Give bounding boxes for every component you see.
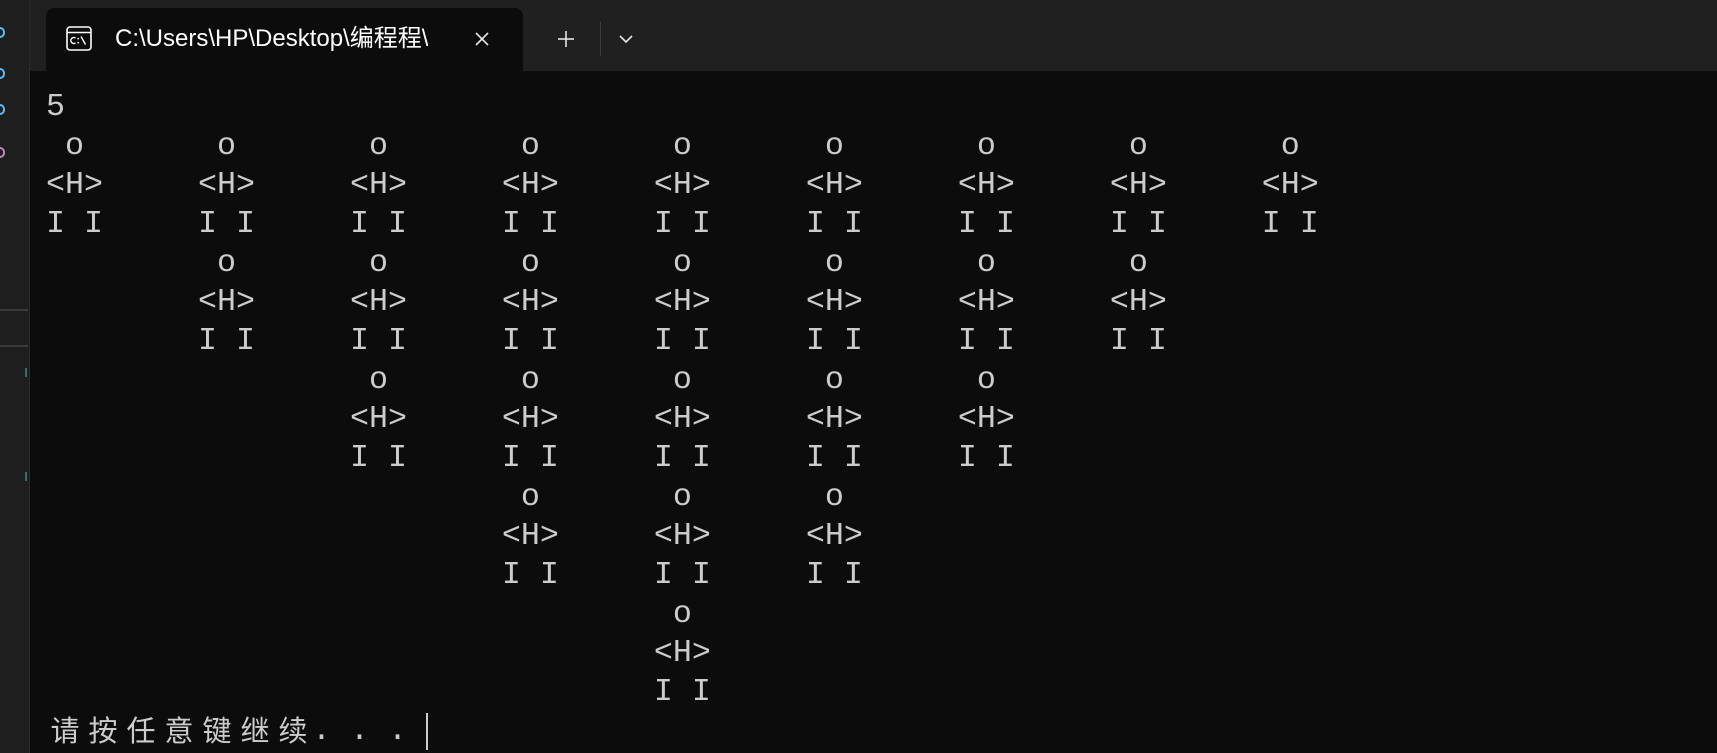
editor-divider (0, 309, 28, 311)
text-cursor (426, 713, 428, 750)
terminal-line: <H> <H> <H> (46, 518, 863, 554)
close-icon[interactable] (474, 31, 490, 47)
code-fragment (0, 27, 5, 38)
background-editor-window (0, 0, 30, 753)
terminal-line: I I I I I I I I I I (46, 440, 1015, 476)
terminal-line: I I I I I I (46, 557, 863, 593)
profiles-dropdown-button[interactable] (610, 23, 642, 55)
terminal-line: o (46, 596, 692, 632)
terminal-body[interactable]: 5 o o o o o o o o o <H> <H> <H> <H> <H> … (30, 71, 1717, 753)
code-fragment (0, 68, 5, 79)
terminal-line: o o o o o o o (46, 245, 1148, 281)
editor-marker (25, 368, 27, 377)
chevron-down-icon (618, 34, 634, 44)
terminal-line: I I I I I I I I I I I I I I I I I I (46, 206, 1319, 242)
pause-prompt: 请按任意键继续. . . (50, 713, 407, 749)
tab-bar: C:\Users\HP\Desktop\编程程\ (30, 0, 1717, 71)
terminal-window: C:\Users\HP\Desktop\编程程\ 5 o o o o o o o… (30, 0, 1717, 753)
terminal-line: 5 (46, 89, 65, 125)
terminal-line: <H> <H> <H> <H> <H> <H> <H> <H> <H> (46, 167, 1319, 203)
terminal-output: 5 o o o o o o o o o <H> <H> <H> <H> <H> … (46, 88, 1319, 751)
terminal-line: o o o (46, 479, 844, 515)
terminal-line: I I (46, 674, 711, 710)
terminal-line: <H> (46, 635, 711, 671)
terminal-line: I I I I I I I I I I I I I I (46, 323, 1167, 359)
tab-bar-divider (600, 22, 601, 56)
terminal-cmd-icon (66, 26, 92, 51)
new-tab-button[interactable] (546, 19, 586, 59)
tab-title: C:\Users\HP\Desktop\编程程\ (115, 25, 429, 52)
editor-marker (25, 472, 27, 481)
terminal-line: o o o o o o o o o (46, 128, 1300, 164)
code-fragment (0, 147, 5, 158)
terminal-line: o o o o o (46, 362, 996, 398)
editor-divider (0, 345, 28, 347)
code-fragment (0, 104, 5, 115)
terminal-line: <H> <H> <H> <H> <H> (46, 401, 1015, 437)
terminal-line: <H> <H> <H> <H> <H> <H> <H> (46, 284, 1167, 320)
tab-active[interactable]: C:\Users\HP\Desktop\编程程\ (46, 8, 523, 71)
plus-icon (556, 29, 576, 49)
